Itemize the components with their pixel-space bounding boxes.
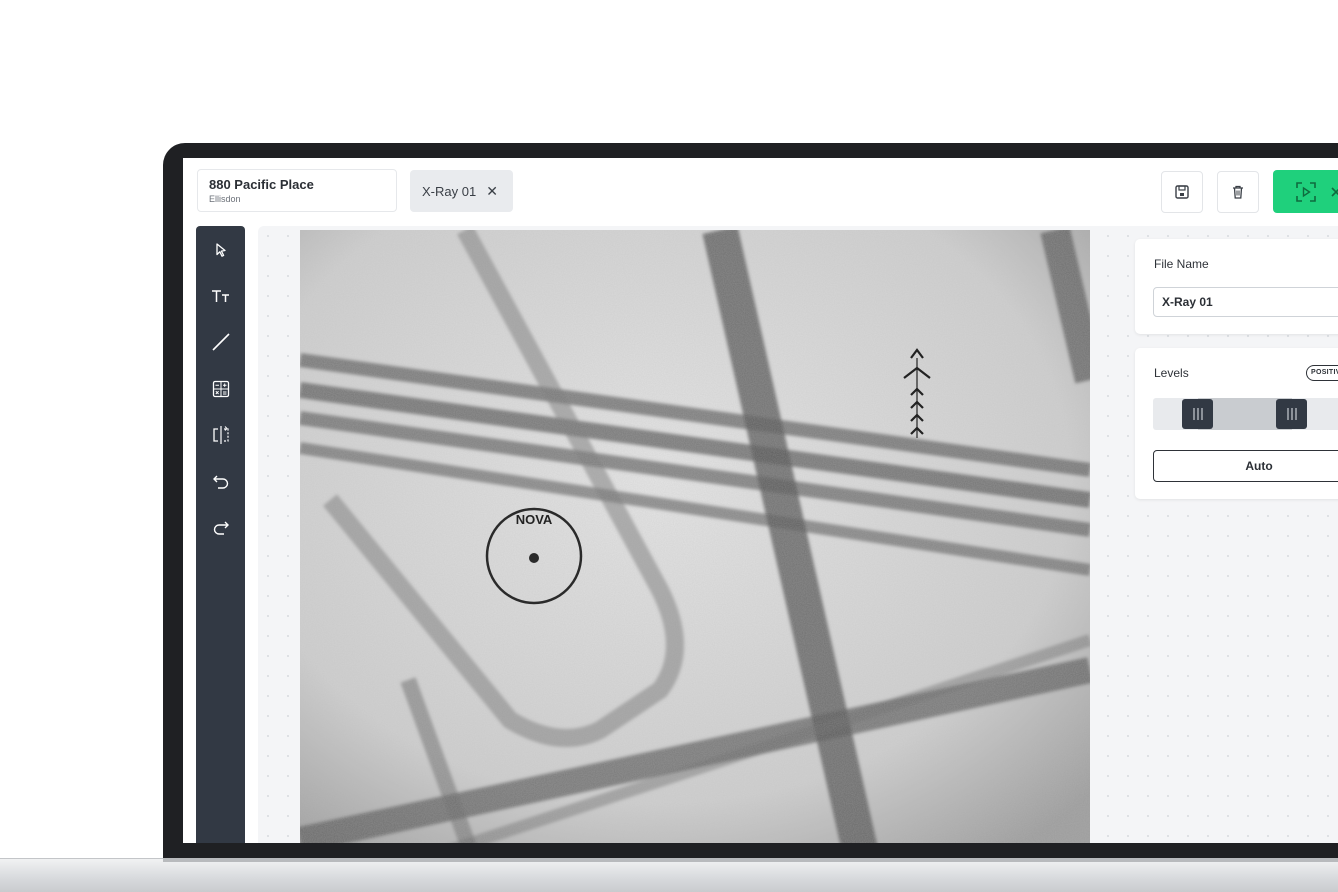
line-tool[interactable]	[196, 324, 245, 360]
analyze-button[interactable]	[1273, 170, 1338, 213]
tab-xray-01[interactable]: X-Ray 01 ✕	[410, 170, 513, 212]
levels-slider[interactable]	[1153, 398, 1338, 430]
tool-rail	[196, 226, 245, 843]
calculator-tool[interactable]	[196, 371, 245, 407]
levels-low-handle[interactable]	[1182, 399, 1213, 429]
select-tool[interactable]	[196, 232, 245, 268]
file-name-panel: File Name	[1135, 239, 1338, 334]
xray-image[interactable]: NOVA	[300, 230, 1090, 843]
redo-tool[interactable]	[196, 510, 245, 546]
project-subtitle: Ellisdon	[209, 194, 241, 204]
trash-icon	[1233, 185, 1243, 199]
polarity-badge[interactable]: POSITIVE	[1306, 365, 1338, 381]
text-size-icon	[211, 290, 229, 302]
text-tool[interactable]	[196, 278, 245, 314]
project-selector[interactable]: 880 Pacific Place Ellisdon	[197, 169, 397, 212]
save-button[interactable]	[1161, 171, 1203, 213]
save-icon	[1175, 185, 1189, 199]
cursor-arrow-icon	[215, 243, 226, 257]
laptop-base-edge	[163, 858, 1338, 862]
redo-icon	[213, 521, 229, 535]
levels-high-handle[interactable]	[1276, 399, 1307, 429]
levels-panel: Levels POSITIVE Auto	[1135, 348, 1338, 499]
xray-scan-graphic: NOVA	[300, 230, 1090, 843]
undo-icon	[212, 475, 228, 489]
grip-icon	[1192, 408, 1203, 420]
file-name-label: File Name	[1154, 257, 1209, 271]
calculator-icon	[212, 380, 229, 398]
flip-tool[interactable]	[196, 417, 245, 453]
file-name-input[interactable]	[1153, 287, 1338, 317]
levels-label: Levels	[1154, 366, 1189, 380]
line-icon	[211, 333, 230, 351]
marker-text: NOVA	[516, 512, 553, 527]
close-icon	[1331, 186, 1338, 197]
project-title: 880 Pacific Place	[209, 177, 314, 192]
auto-levels-button[interactable]: Auto	[1153, 450, 1338, 482]
close-icon[interactable]: ✕	[486, 184, 498, 198]
scan-icon	[1296, 181, 1316, 202]
flip-horizontal-icon	[212, 426, 229, 444]
tab-label: X-Ray 01	[422, 183, 477, 199]
app-screen: 880 Pacific Place Ellisdon X-Ray 01 ✕ NO…	[183, 158, 1338, 843]
grip-icon	[1286, 408, 1297, 420]
laptop-base	[0, 858, 1338, 892]
undo-tool[interactable]	[196, 464, 245, 500]
delete-button[interactable]	[1217, 171, 1259, 213]
